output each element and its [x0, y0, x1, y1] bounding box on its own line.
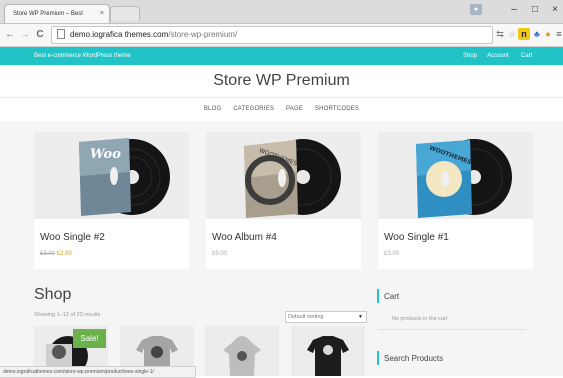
site-title[interactable]: Store WP Premium — [0, 68, 563, 94]
browser-status-bar: demo.iograficathemes.com/store-wp-premiu… — [0, 366, 196, 378]
product-thumbnail[interactable] — [291, 326, 365, 376]
featured-product-card[interactable]: Woo Woo Single #2 £3.00 £2.00 — [34, 132, 189, 269]
search-widget-title: Search Products — [384, 354, 444, 363]
widget-accent-bar — [377, 351, 379, 365]
new-tab-button[interactable] — [110, 6, 140, 21]
cover-text: Woo — [90, 147, 121, 162]
sale-badge: Sale! — [73, 329, 106, 348]
featured-product-card[interactable]: WOOTHEMES Woo Album #4 £9.00 — [206, 132, 361, 269]
price: £3.00 — [384, 251, 400, 257]
bookmark-star-icon[interactable]: ☆ — [506, 28, 518, 40]
product-thumbnail[interactable] — [205, 326, 279, 376]
widget-divider — [377, 329, 527, 330]
site-top-bar: Best e-commerce WordPress theme Shop Acc… — [0, 47, 563, 65]
product-price: £3.00 — [384, 251, 399, 257]
address-url: demo.iografica themes.com/store-wp-premi… — [70, 27, 237, 43]
url-host: demo.iografica themes.com — [70, 30, 169, 39]
tab-close-icon[interactable]: × — [100, 5, 104, 23]
browser-toolbar: ← → C demo.iografica themes.com/store-wp… — [0, 24, 563, 47]
product-title[interactable]: Woo Single #1 — [384, 232, 449, 243]
minimize-button[interactable]: – — [506, 3, 522, 17]
extension-n-icon[interactable]: n — [518, 28, 530, 40]
product-image[interactable]: WOOTHEMES — [206, 132, 361, 219]
top-link-account[interactable]: Account — [487, 47, 509, 65]
back-arrow-icon[interactable]: ← — [3, 27, 17, 43]
old-price: £3.00 — [40, 251, 56, 257]
result-count: Showing 1–12 of 23 results — [34, 312, 101, 318]
site-tagline: Best e-commerce WordPress theme — [34, 53, 131, 59]
top-link-cart[interactable]: Cart — [521, 47, 532, 65]
cart-empty-message: No products in the cart. — [392, 316, 449, 322]
sorting-value: Default sorting — [288, 314, 324, 320]
browser-tab-bar: Store WP Premium – Best × ● – □ × — [0, 0, 563, 24]
product-image[interactable]: Woo — [34, 132, 189, 219]
reload-icon[interactable]: C — [33, 27, 47, 43]
dropdown-arrow-icon: ▼ — [358, 314, 363, 320]
browser-tab[interactable]: Store WP Premium – Best × — [4, 4, 110, 23]
product-price: £9.00 — [212, 251, 227, 257]
page-icon — [57, 29, 65, 39]
forward-arrow-icon[interactable]: → — [18, 27, 32, 43]
product-title[interactable]: Woo Single #2 — [40, 232, 105, 243]
menu-item-page[interactable]: PAGE — [286, 106, 303, 112]
main-menu: BLOG CATEGORIES PAGE SHORTCODES — [0, 98, 563, 120]
sale-price: £2.00 — [56, 251, 72, 257]
close-window-button[interactable]: × — [547, 3, 563, 17]
shop-heading: Shop — [34, 286, 72, 303]
url-path: /store-wp-premium/ — [168, 30, 238, 39]
product-image[interactable]: WOOTHEMES — [378, 132, 533, 219]
menu-item-categories[interactable]: CATEGORIES — [233, 106, 274, 112]
product-price: £3.00 £2.00 — [40, 251, 72, 257]
sorting-select[interactable]: Default sorting ▼ — [285, 311, 367, 323]
address-bar[interactable]: demo.iografica themes.com/store-wp-premi… — [51, 26, 493, 44]
menu-item-shortcodes[interactable]: SHORTCODES — [315, 106, 359, 112]
translate-icon[interactable]: ⇆ — [494, 28, 506, 40]
product-title[interactable]: Woo Album #4 — [212, 232, 277, 243]
price: £9.00 — [212, 251, 228, 257]
tab-title: Store WP Premium – Best — [13, 11, 83, 17]
menu-item-blog[interactable]: BLOG — [204, 106, 221, 112]
featured-product-card[interactable]: WOOTHEMES Woo Single #1 £3.00 — [378, 132, 533, 269]
menu-icon[interactable]: ≡ — [553, 28, 563, 40]
status-url: demo.iograficathemes.com/store-wp-premiu… — [3, 369, 154, 375]
cart-widget-title: Cart — [384, 292, 400, 301]
widget-accent-bar — [377, 289, 379, 303]
user-profile-icon[interactable]: ● — [470, 4, 482, 15]
maximize-button[interactable]: □ — [527, 3, 543, 17]
top-link-shop[interactable]: Shop — [463, 47, 477, 65]
